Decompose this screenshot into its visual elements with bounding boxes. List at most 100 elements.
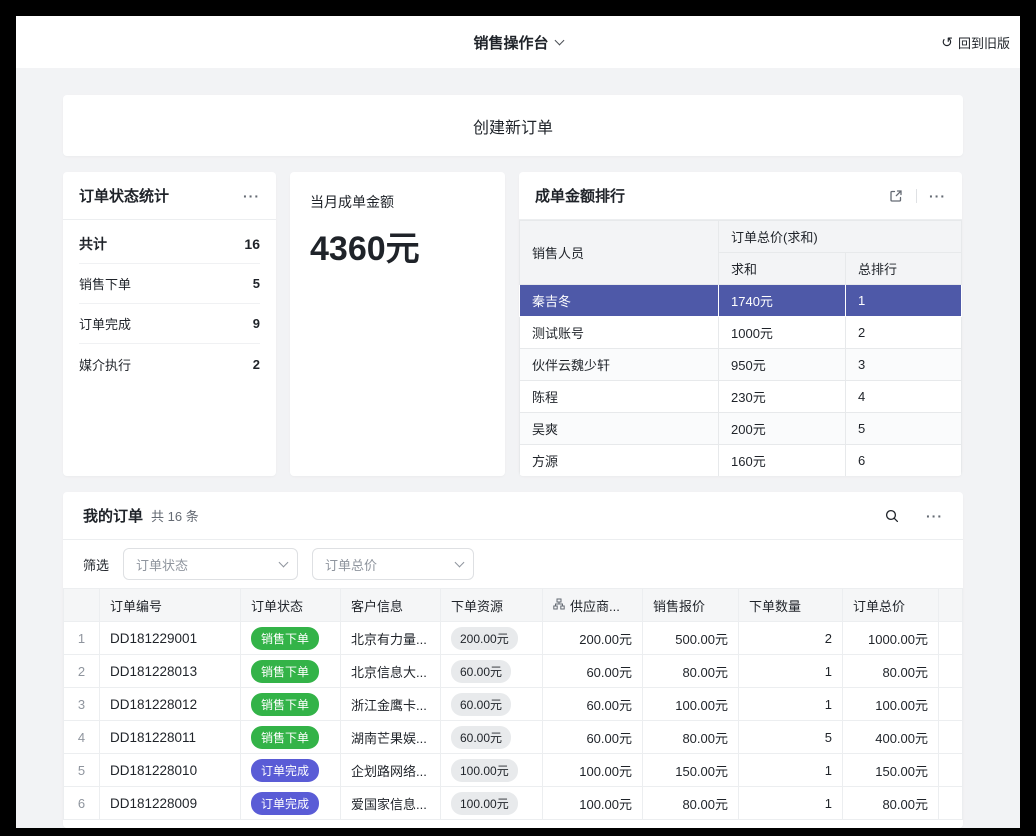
order-no-cell: DD181228009 — [100, 787, 241, 820]
spacer-cell — [939, 688, 963, 721]
ranking-row-selected[interactable]: 秦吉冬 1740元 1 — [520, 285, 962, 317]
search-icon[interactable] — [884, 508, 900, 524]
status-value: 2 — [253, 357, 260, 372]
status-cell: 销售下单 — [241, 622, 341, 655]
order-total-filter-select[interactable]: 订单总价 — [312, 548, 474, 580]
sum-cell: 230元 — [719, 381, 846, 413]
col-resource[interactable]: 下单资源 — [441, 589, 543, 622]
rank-cell: 2 — [846, 317, 962, 349]
status-badge: 销售下单 — [251, 660, 319, 683]
export-icon[interactable] — [888, 188, 904, 204]
col-qty[interactable]: 下单数量 — [739, 589, 843, 622]
back-to-old-version-link[interactable]: ↺ 回到旧版 — [941, 16, 1010, 68]
status-cell: 销售下单 — [241, 655, 341, 688]
resource-cell: 100.00元 — [441, 754, 543, 787]
status-row-total[interactable]: 共计 16 — [79, 224, 260, 264]
order-status-filter-select[interactable]: 订单状态 — [123, 548, 298, 580]
order-row[interactable]: 1 DD181229001 销售下单 北京有力量... 200.00元 200.… — [64, 622, 963, 655]
status-badge: 订单完成 — [251, 792, 319, 815]
ranking-row[interactable]: 陈程 230元 4 — [520, 381, 962, 413]
create-order-button[interactable]: 创建新订单 — [63, 95, 963, 156]
status-label: 销售下单 — [79, 274, 131, 293]
status-badge: 订单完成 — [251, 759, 319, 782]
status-label: 订单完成 — [79, 314, 131, 333]
status-badge: 销售下单 — [251, 726, 319, 749]
rank-cell: 3 — [846, 349, 962, 381]
ranking-row[interactable]: 吴爽 200元 5 — [520, 413, 962, 445]
chevron-down-icon — [455, 558, 465, 568]
status-row[interactable]: 订单完成 9 — [79, 304, 260, 344]
total-cell: 400.00元 — [843, 721, 939, 754]
status-badge: 销售下单 — [251, 627, 319, 650]
customer-cell: 爱国家信息... — [341, 787, 441, 820]
col-customer[interactable]: 客户信息 — [341, 589, 441, 622]
status-cell: 销售下单 — [241, 721, 341, 754]
orders-card-header: 我的订单 共 16 条 ··· — [63, 492, 963, 540]
supplier-cell: 60.00元 — [543, 655, 643, 688]
row-index: 1 — [64, 622, 100, 655]
person-cell: 秦吉冬 — [520, 285, 719, 317]
rank-cell: 6 — [846, 445, 962, 477]
col-quote[interactable]: 销售报价 — [643, 589, 739, 622]
resource-pill: 100.00元 — [451, 792, 518, 815]
col-status[interactable]: 订单状态 — [241, 589, 341, 622]
filter-label: 筛选 — [83, 555, 109, 574]
spacer-cell — [939, 754, 963, 787]
more-icon[interactable]: ··· — [243, 189, 260, 203]
spacer-cell — [939, 655, 963, 688]
status-value: 9 — [253, 316, 260, 331]
order-row[interactable]: 5 DD181228010 订单完成 企划路网络... 100.00元 100.… — [64, 754, 963, 787]
ranking-row[interactable]: 测试账号 1000元 2 — [520, 317, 962, 349]
sum-cell: 1740元 — [719, 285, 846, 317]
status-row[interactable]: 媒介执行 2 — [79, 344, 260, 384]
order-no-cell: DD181228011 — [100, 721, 241, 754]
order-status-stats-card: 订单状态统计 ··· 共计 16 销售下单 5 订单完成 9 媒介执行 2 — [63, 172, 276, 476]
orders-count: 共 16 条 — [151, 506, 199, 525]
back-to-old-version-label: 回到旧版 — [958, 33, 1010, 52]
quote-cell: 80.00元 — [643, 721, 739, 754]
resource-cell: 60.00元 — [441, 721, 543, 754]
status-rows: 共计 16 销售下单 5 订单完成 9 媒介执行 2 — [63, 220, 276, 384]
ranking-row[interactable]: 方源 160元 6 — [520, 445, 962, 477]
order-row[interactable]: 6 DD181228009 订单完成 爱国家信息... 100.00元 100.… — [64, 787, 963, 820]
col-supplier[interactable]: 供应商... — [543, 589, 643, 622]
filter-row: 筛选 订单状态 订单总价 — [63, 540, 963, 588]
status-card-header: 订单状态统计 ··· — [63, 172, 276, 220]
ranking-row[interactable]: 伙伴云魏少轩 950元 3 — [520, 349, 962, 381]
order-row[interactable]: 2 DD181228013 销售下单 北京信息大... 60.00元 60.00… — [64, 655, 963, 688]
order-row[interactable]: 3 DD181228012 销售下单 浙江金鹰卡... 60.00元 60.00… — [64, 688, 963, 721]
customer-cell: 企划路网络... — [341, 754, 441, 787]
person-cell: 方源 — [520, 445, 719, 477]
restore-icon: ↺ — [941, 34, 953, 51]
resource-pill: 60.00元 — [451, 660, 511, 683]
customer-cell: 北京信息大... — [341, 655, 441, 688]
ranking-col-group: 订单总价(求和) — [719, 221, 962, 253]
status-value: 5 — [253, 276, 260, 291]
col-total[interactable]: 订单总价 — [843, 589, 939, 622]
customer-cell: 北京有力量... — [341, 622, 441, 655]
status-label: 媒介执行 — [79, 355, 131, 374]
supplier-cell: 60.00元 — [543, 721, 643, 754]
monthly-amount-card: 当月成单金额 4360元 — [290, 172, 505, 476]
ranking-col-sum: 求和 — [719, 253, 846, 285]
resource-cell: 60.00元 — [441, 688, 543, 721]
sum-cell: 200元 — [719, 413, 846, 445]
order-no-cell: DD181228012 — [100, 688, 241, 721]
more-icon[interactable]: ··· — [929, 189, 946, 203]
row-index: 5 — [64, 754, 100, 787]
more-icon[interactable]: ··· — [926, 509, 943, 523]
resource-pill: 60.00元 — [451, 726, 511, 749]
ranking-card-header: 成单金额排行 ··· — [519, 172, 962, 220]
resource-pill: 200.00元 — [451, 627, 518, 650]
order-row[interactable]: 4 DD181228011 销售下单 湖南芒果娱... 60.00元 60.00… — [64, 721, 963, 754]
row-index: 3 — [64, 688, 100, 721]
resource-pill: 60.00元 — [451, 693, 511, 716]
col-order-no[interactable]: 订单编号 — [100, 589, 241, 622]
workspace-title-dropdown[interactable]: 销售操作台 — [473, 32, 562, 53]
spacer-cell — [939, 721, 963, 754]
person-cell: 吴爽 — [520, 413, 719, 445]
person-cell: 测试账号 — [520, 317, 719, 349]
rank-cell: 4 — [846, 381, 962, 413]
status-row[interactable]: 销售下单 5 — [79, 264, 260, 304]
dashboard-canvas: 创建新订单 订单状态统计 ··· 共计 16 销售下单 5 订单完成 9 媒介执… — [16, 68, 1020, 828]
